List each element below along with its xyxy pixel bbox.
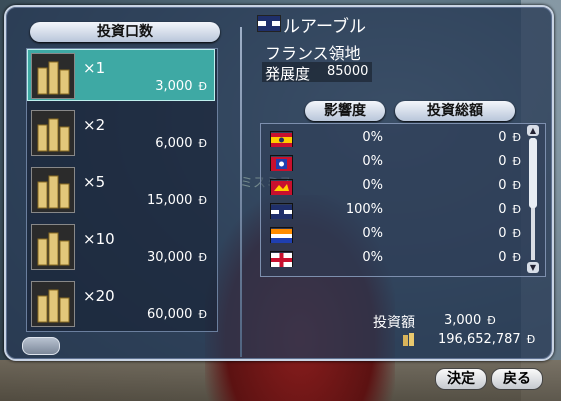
coin-stack-icon <box>31 53 75 99</box>
units-header: 投資口数 <box>30 22 220 42</box>
city-name: ルアーブル <box>283 17 366 37</box>
nation-investment-table: 0% 0Ð 0% 0Ð 0% 0Ð 100% 0Ð 0% 0Ð 0% 0Ð <box>260 123 546 277</box>
investment-amount: 0Ð <box>498 226 521 241</box>
unit-price: 15,000 Ð <box>146 193 207 208</box>
unit-price: 60,000 Ð <box>146 307 207 322</box>
gold-icon <box>402 331 416 347</box>
gold-held-value: 196,652,787 Ð <box>438 332 536 347</box>
investment-amount: 0Ð <box>498 130 521 145</box>
settings-toggle-button[interactable] <box>22 337 60 355</box>
investment-amount: 0Ð <box>498 154 521 169</box>
nation-row[interactable]: 0% 0Ð <box>261 174 529 198</box>
development-value: 85000 <box>327 64 369 79</box>
panel-divider <box>240 27 242 357</box>
investment-amount: 0Ð <box>498 178 521 193</box>
england-flag-icon <box>270 251 293 267</box>
coin-stack-icon <box>31 224 75 270</box>
back-button[interactable]: 戻る <box>491 368 543 390</box>
france-flag-icon <box>257 15 281 32</box>
portugal-flag-icon <box>270 131 293 147</box>
unit-price: 6,000 Ð <box>155 136 207 151</box>
influence-value: 0% <box>362 226 383 241</box>
scroll-up-icon[interactable]: ▲ <box>527 125 539 136</box>
unit-multiplier: ×10 <box>83 230 115 248</box>
netherlands-flag-icon <box>270 155 293 171</box>
unit-option-x20[interactable]: ×20 60,000 Ð <box>27 277 215 329</box>
coin-stack-icon <box>31 110 75 156</box>
spain-flag-icon <box>270 179 293 195</box>
investment-amount-value: 3,000 Ð <box>444 313 496 328</box>
influence-header: 影響度 <box>305 101 385 121</box>
development-info: 発展度 85000 <box>262 62 372 83</box>
unit-multiplier: ×1 <box>83 59 106 77</box>
unit-option-x1[interactable]: ×1 3,000 Ð <box>27 49 215 101</box>
nation-list-scrollbar[interactable]: ▲ ▼ <box>526 124 540 274</box>
unit-option-x5[interactable]: ×5 15,000 Ð <box>27 163 215 215</box>
unit-option-x2[interactable]: ×2 6,000 Ð <box>27 106 215 158</box>
influence-value: 0% <box>362 250 383 265</box>
unit-option-x10[interactable]: ×10 30,000 Ð <box>27 220 215 272</box>
scroll-thumb[interactable] <box>529 138 537 208</box>
nation-row[interactable]: 0% 0Ð <box>261 246 529 270</box>
influence-value: 100% <box>345 202 383 217</box>
investment-amount: 0Ð <box>498 250 521 265</box>
influence-value: 0% <box>362 178 383 193</box>
venice-flag-icon <box>270 227 293 243</box>
nation-row[interactable]: 0% 0Ð <box>261 150 529 174</box>
nation-row[interactable]: 100% 0Ð <box>261 198 529 222</box>
influence-value: 0% <box>362 154 383 169</box>
unit-price: 30,000 Ð <box>146 250 207 265</box>
coin-stack-icon <box>31 281 75 327</box>
total-investment-header: 投資総額 <box>395 101 515 121</box>
influence-value: 0% <box>362 130 383 145</box>
nation-row[interactable]: 0% 0Ð <box>261 126 529 150</box>
coin-stack-icon <box>31 167 75 213</box>
unit-multiplier: ×5 <box>83 173 106 191</box>
investment-units-list: ×1 3,000 Ð ×2 6,000 Ð ×5 15,000 Ð ×10 30,00… <box>26 48 218 332</box>
nation-row[interactable]: 0% 0Ð <box>261 222 529 246</box>
unit-multiplier: ×20 <box>83 287 115 305</box>
unit-price: 3,000 Ð <box>155 79 207 94</box>
confirm-button[interactable]: 決定 <box>435 368 487 390</box>
investment-amount-label: 投資額 <box>373 315 415 331</box>
development-label: 発展度 <box>265 65 311 83</box>
city-territory: フランス領地 <box>265 44 361 63</box>
scroll-down-icon[interactable]: ▼ <box>527 262 539 273</box>
investment-amount: 0Ð <box>498 202 521 217</box>
france-flag-icon <box>270 203 293 219</box>
unit-multiplier: ×2 <box>83 116 106 134</box>
